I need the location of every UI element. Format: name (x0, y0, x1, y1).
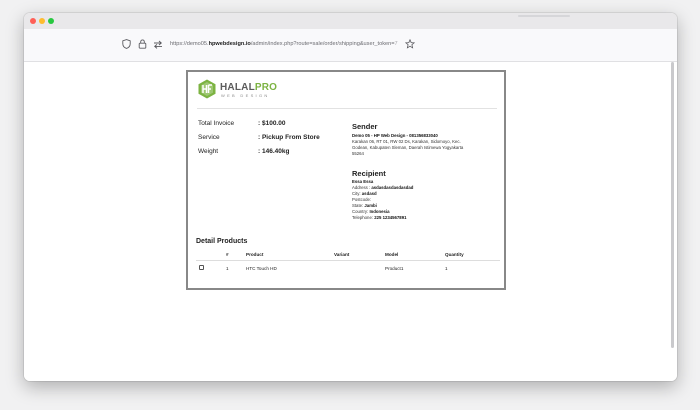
column-header-model: Model (385, 252, 399, 257)
url-text[interactable]: https://demo05.hpwebdesign.io/admin/inde… (170, 41, 398, 47)
browser-toolbar: https://demo05.hpwebdesign.io/admin/inde… (24, 29, 677, 62)
recipient-postcode: Postcode: (352, 197, 372, 202)
logo-subtitle: WEB DESIGN (221, 93, 270, 98)
close-window-button[interactable] (30, 18, 36, 24)
tab-indicator (518, 15, 570, 17)
recipient-city: City: asdasd (352, 191, 377, 196)
column-header-number: # (226, 252, 229, 257)
column-header-variant: Variant (334, 252, 350, 257)
shield-icon[interactable] (120, 38, 132, 50)
sender-address-line: 55264 (352, 151, 364, 156)
weight-value: : 146.40kg (258, 148, 290, 155)
connection-icon[interactable] (152, 38, 164, 50)
recipient-telephone: Telephone: 225 1234567891 (352, 215, 407, 220)
zoom-window-button[interactable] (48, 18, 54, 24)
sender-address-line: Godean, Kabupaten Sleman, Daerah Istimew… (352, 145, 464, 150)
address-bar[interactable]: https://demo05.hpwebdesign.io/admin/inde… (120, 34, 470, 54)
detail-products-title: Detail Products (196, 238, 248, 245)
row-select-checkbox[interactable] (199, 265, 204, 270)
sender-name: Demo 05 - HP Web Design - 081356833040 (352, 133, 438, 138)
sender-title: Sender (352, 122, 378, 131)
recipient-address: Address : asdasdasdasdasdad (352, 185, 414, 190)
weight-label: Weight (198, 148, 219, 155)
title-bar (24, 13, 677, 29)
lock-icon[interactable] (136, 38, 148, 50)
recipient-state: State: Jambi (352, 203, 377, 208)
row-quantity: 1 (445, 266, 448, 271)
total-invoice-label: Total Invoice (198, 120, 235, 127)
service-label: Service (198, 134, 220, 141)
halalpro-logo-icon (197, 79, 217, 99)
row-number: 1 (226, 266, 229, 271)
recipient-title: Recipient (352, 169, 386, 178)
total-invoice-value: : $100.00 (258, 120, 286, 127)
logo-header: HALALPRO WEB DESIGN (197, 79, 497, 109)
service-value: : Pickup From Store (258, 134, 320, 141)
table-header-divider (196, 260, 500, 261)
page-viewport: HALALPRO WEB DESIGN Total Invoice : $100… (24, 62, 677, 381)
sender-address-line: Karakan 06, RT 01, RW 02 Ds, Karakan, Si… (352, 139, 461, 144)
row-model: Product1 (385, 266, 404, 271)
shipping-document: HALALPRO WEB DESIGN Total Invoice : $100… (186, 70, 506, 290)
browser-window: https://demo05.hpwebdesign.io/admin/inde… (24, 13, 677, 381)
logo-wordmark: HALALPRO (220, 82, 278, 93)
column-header-quantity: Quantity (445, 252, 464, 257)
row-product: HTC Touch HD (246, 266, 277, 271)
scrollbar[interactable] (671, 62, 674, 348)
recipient-name: Essa Essa (352, 179, 374, 184)
star-icon[interactable] (404, 38, 416, 50)
recipient-country: Country: Indonesia (352, 209, 390, 214)
column-header-product: Product (246, 252, 264, 257)
minimize-window-button[interactable] (39, 18, 45, 24)
